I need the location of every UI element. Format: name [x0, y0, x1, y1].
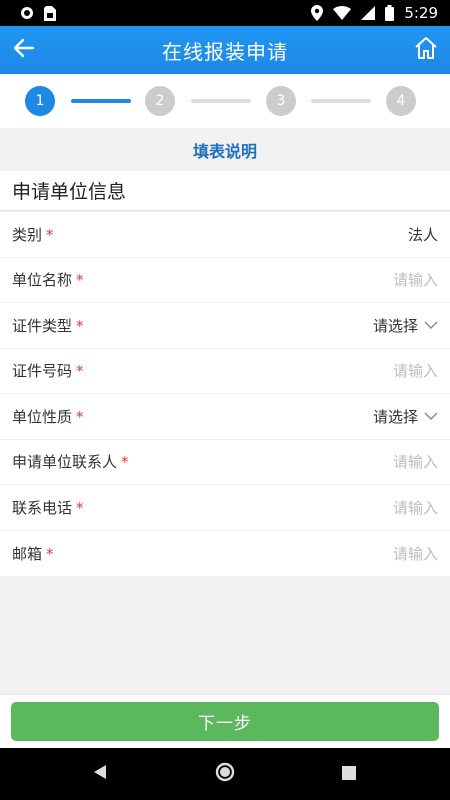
square-recents-icon — [342, 765, 356, 784]
field-phone[interactable]: 联系电话 * 请输入 — [0, 485, 450, 531]
status-bar: 5:29 — [0, 0, 450, 26]
field-label: 申请单位联系人 * — [12, 453, 129, 472]
app-bar: 在线报装申请 — [0, 26, 450, 74]
field-label: 单位性质 * — [12, 407, 84, 426]
field-value: 法人 — [407, 225, 438, 244]
field-company-nature[interactable]: 单位性质 * 请选择 — [0, 394, 450, 440]
next-step-button[interactable]: 下一步 — [11, 702, 439, 741]
required-mark: * — [121, 453, 129, 472]
nav-home-button[interactable] — [213, 762, 237, 786]
sim-card-icon — [44, 5, 56, 21]
chevron-down-icon — [424, 321, 438, 330]
field-contact-person[interactable]: 申请单位联系人 * 请输入 — [0, 440, 450, 485]
step-1: 1 — [25, 86, 55, 116]
wifi-icon — [333, 6, 352, 20]
step-connector-3 — [311, 99, 371, 103]
signal-icon — [361, 6, 376, 20]
field-id-type[interactable]: 证件类型 * 请选择 — [0, 303, 450, 349]
step-connector-2 — [191, 99, 251, 103]
contact-person-input[interactable]: 请输入 — [393, 451, 438, 472]
back-button[interactable] — [6, 32, 42, 68]
phone-input[interactable]: 请输入 — [393, 497, 438, 518]
circle-home-icon — [215, 762, 235, 786]
home-button[interactable] — [408, 32, 444, 68]
battery-icon — [385, 5, 395, 21]
id-number-input[interactable]: 请输入 — [393, 360, 438, 381]
required-mark: * — [76, 271, 84, 290]
field-label: 邮箱 * — [12, 544, 54, 563]
chevron-down-icon — [424, 412, 438, 421]
field-id-number[interactable]: 证件号码 * 请输入 — [0, 349, 450, 394]
arrow-left-icon — [13, 37, 35, 63]
circle-icon — [20, 6, 34, 20]
field-label: 证件类型 * — [12, 316, 84, 335]
field-email[interactable]: 邮箱 * 请输入 — [0, 531, 450, 577]
required-mark: * — [76, 362, 84, 381]
field-label: 类别 * — [12, 225, 54, 244]
triangle-back-icon — [93, 764, 107, 784]
id-type-select[interactable]: 请选择 — [373, 315, 438, 336]
step-4: 4 — [386, 86, 416, 116]
applicant-form: 类别 * 法人 单位名称 * 请输入 证件类型 * 请选择 证件号码 * 请输入 单位性… — [0, 212, 450, 576]
company-name-input[interactable]: 请输入 — [393, 269, 438, 290]
field-category[interactable]: 类别 * 法人 — [0, 212, 450, 258]
page-title: 在线报装申请 — [162, 39, 288, 64]
field-label: 单位名称 * — [12, 271, 84, 290]
email-input[interactable]: 请输入 — [393, 543, 438, 564]
step-2: 2 — [145, 86, 175, 116]
nav-recents-button[interactable] — [337, 762, 361, 786]
field-company-name[interactable]: 单位名称 * 请输入 — [0, 258, 450, 303]
status-time: 5:29 — [404, 4, 438, 22]
required-mark: * — [76, 407, 84, 426]
nav-back-button[interactable] — [88, 762, 112, 786]
field-label: 证件号码 * — [12, 362, 84, 381]
home-icon — [413, 35, 439, 65]
fill-instructions-link[interactable]: 填表说明 — [0, 128, 450, 171]
step-3: 3 — [266, 86, 296, 116]
step-connector-1 — [71, 99, 131, 103]
progress-stepper: 1 2 3 4 — [0, 74, 450, 128]
required-mark: * — [46, 225, 54, 244]
location-icon — [311, 5, 324, 21]
system-nav-bar — [0, 748, 450, 800]
required-mark: * — [46, 544, 54, 563]
section-title: 申请单位信息 — [0, 171, 450, 211]
field-label: 联系电话 * — [12, 498, 84, 517]
footer-bar: 下一步 — [0, 694, 450, 748]
required-mark: * — [76, 316, 84, 335]
company-nature-select[interactable]: 请选择 — [373, 406, 438, 427]
required-mark: * — [76, 498, 84, 517]
